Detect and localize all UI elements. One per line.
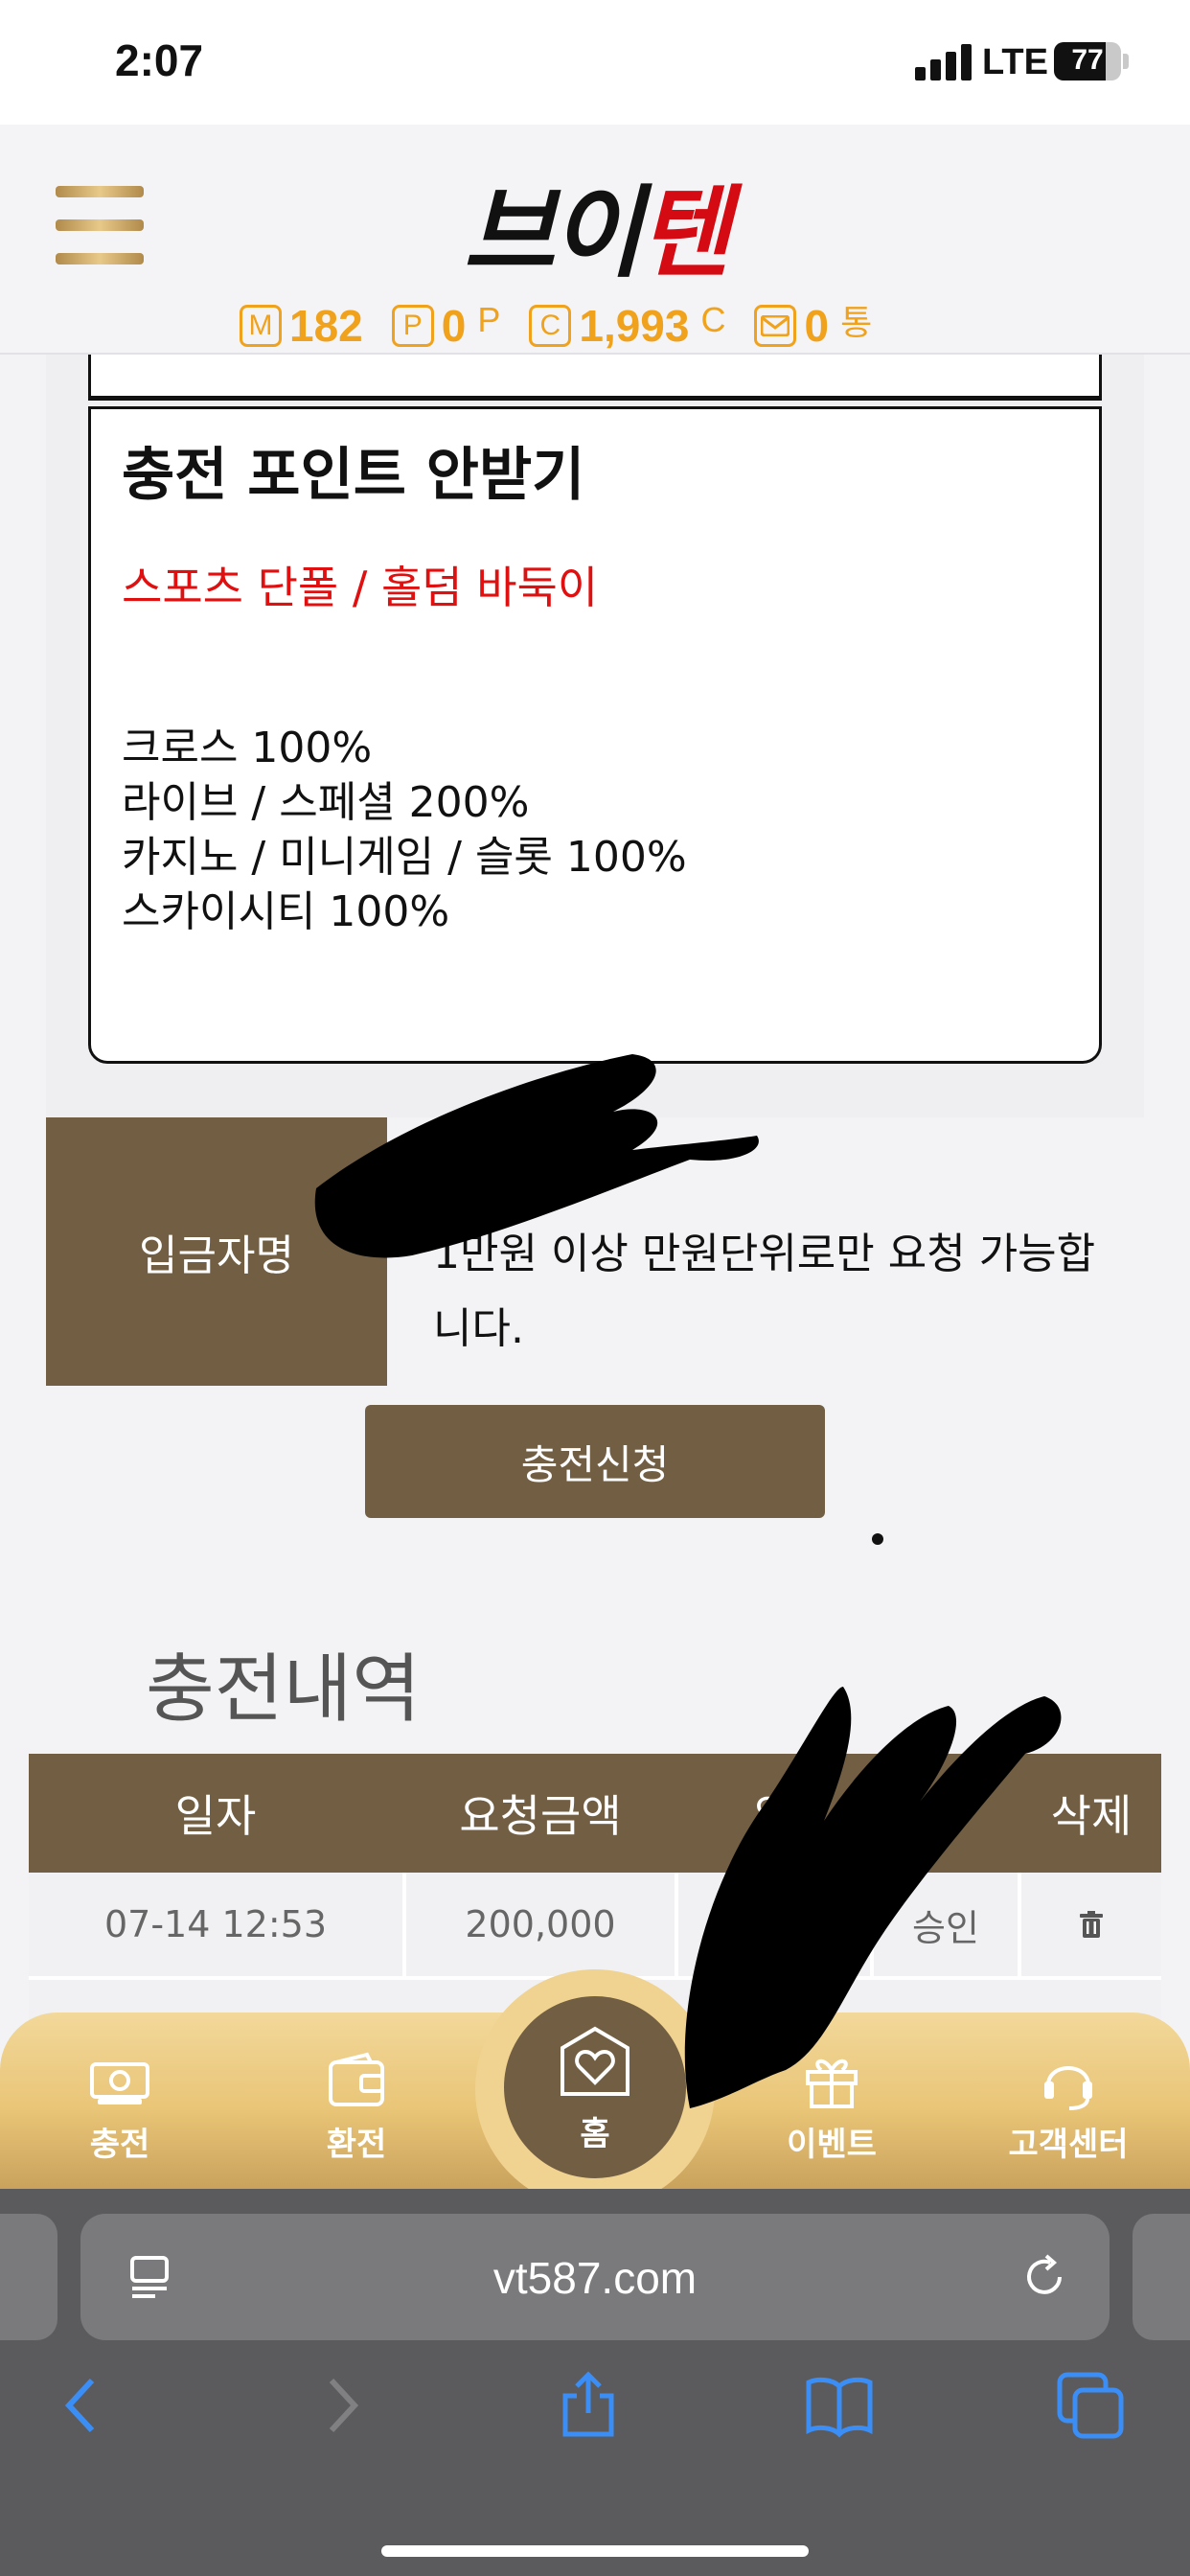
nav-charge[interactable]: 충전 [43,2051,196,2165]
bookmarks-icon[interactable] [805,2371,874,2440]
network-type: LTE [982,42,1048,82]
address-bar[interactable]: vt587.com [80,2214,1110,2340]
gift-icon [806,2058,858,2108]
url-text: vt587.com [492,2253,698,2303]
column-date: 일자 [174,1790,257,1842]
headset-icon [1044,2066,1092,2110]
status-bar: 2:07 LTE 77 [0,0,1190,125]
point-balance[interactable]: P 0 P [391,300,501,352]
nav-home-label: 홈 [580,2115,610,2153]
column-status [874,1754,1018,1873]
history-title: 충전내역 [146,1646,422,1733]
back-icon[interactable] [50,2371,119,2440]
battery-icon: 77 [1054,42,1121,80]
promo-rate-line: 크로스 100% [122,724,373,772]
mail-icon [754,305,797,347]
nav-exchange[interactable]: 환전 [280,2051,433,2165]
row-amount: 200,000 [406,1873,678,1976]
share-icon[interactable] [554,2371,623,2440]
deposit-note: 1만원 이상 만원단위로만 요청 가능합니다. [433,1230,1096,1353]
nav-event-label: 이벤트 [787,2126,877,2164]
forward-icon[interactable] [305,2371,374,2440]
message-value: 0 [804,301,830,351]
battery-level: 77 [1071,44,1104,76]
logo-text-part2: 텐 [638,174,731,291]
nav-support-label: 고객센터 [1008,2126,1129,2164]
promo-rate-line: 카지노 / 미니게임 / 슬롯 100% [122,833,687,882]
promo-title: 충전 포인트 안받기 [122,442,585,509]
battery-nub [1123,54,1129,69]
message-count[interactable]: 0 통 [754,300,872,352]
promo-subtitle: 스포츠 단폴 / 홀덤 바둑이 [122,562,599,613]
table-header: 일자 요청금액 입 삭제 [29,1754,1161,1873]
home-indicator [381,2545,809,2557]
status-time: 2:07 [115,35,204,85]
cash-icon [90,2062,149,2104]
site-header: 브이텐 M 182 P 0 P C 1,993 C 0 통 [0,125,1190,355]
casino-balance[interactable]: C 1,993 C [529,300,725,352]
site-logo[interactable]: 브이텐 [0,151,1190,296]
wallet-icon [329,2052,384,2106]
promo-rate-line: 스카이시티 100% [122,887,450,936]
wallet-bar: M 182 P 0 P C 1,993 C 0 통 [240,297,901,355]
depositor-label: 입금자명 [46,1117,387,1386]
message-unit: 통 [840,303,873,342]
column-depositor: 입 [753,1790,795,1842]
row-depositor [678,1873,874,1976]
dot [872,1533,883,1545]
promo-rates: 크로스 100% 라이브 / 스페셜 200% 카지노 / 미니게임 / 슬롯 … [122,721,687,939]
browser-chrome: vt587.com [0,2189,1190,2576]
casino-value: 1,993 [579,301,690,351]
nav-home[interactable]: 홈 [504,1996,686,2178]
table-row: 07-14 12:53 200,000 승인 [29,1873,1161,1980]
point-unit: P [477,300,501,339]
reload-icon[interactable] [1019,2252,1069,2302]
casino-icon: C [529,305,572,347]
tabs-icon[interactable] [1056,2371,1125,2440]
previous-tab-peek[interactable] [0,2214,57,2340]
home-heart-icon [561,2026,629,2096]
logo-text-part1: 브이 [463,174,642,291]
row-status: 승인 [874,1873,1021,1976]
previous-promo-card[interactable] [88,355,1102,401]
signal-icon [915,42,974,80]
promo-rate-line: 라이브 / 스페셜 200% [122,778,530,827]
nav-charge-label: 충전 [89,2126,150,2164]
nav-event[interactable]: 이벤트 [755,2051,908,2165]
depositor-row: 입금자명 1만원 이상 만원단위로만 요청 가능합니다. [46,1117,1144,1386]
charge-request-button[interactable]: 충전신청 [365,1405,825,1518]
money-value: 182 [289,301,363,351]
next-tab-peek[interactable] [1133,2214,1190,2340]
casino-unit: C [700,300,726,339]
column-delete: 삭제 [1050,1790,1133,1842]
trash-icon [1080,1911,1103,1938]
money-balance[interactable]: M 182 [240,300,363,352]
column-amount: 요청금액 [459,1790,622,1842]
nav-exchange-label: 환전 [326,2126,387,2164]
point-icon: P [391,305,434,347]
nav-support[interactable]: 고객센터 [992,2051,1145,2165]
delete-button[interactable] [1021,1873,1161,1976]
row-date: 07-14 12:53 [29,1873,406,1976]
point-value: 0 [441,301,467,351]
money-icon: M [240,305,282,347]
promo-card-no-points[interactable]: 충전 포인트 안받기 스포츠 단폴 / 홀덤 바둑이 크로스 100% 라이브 … [88,406,1102,1064]
